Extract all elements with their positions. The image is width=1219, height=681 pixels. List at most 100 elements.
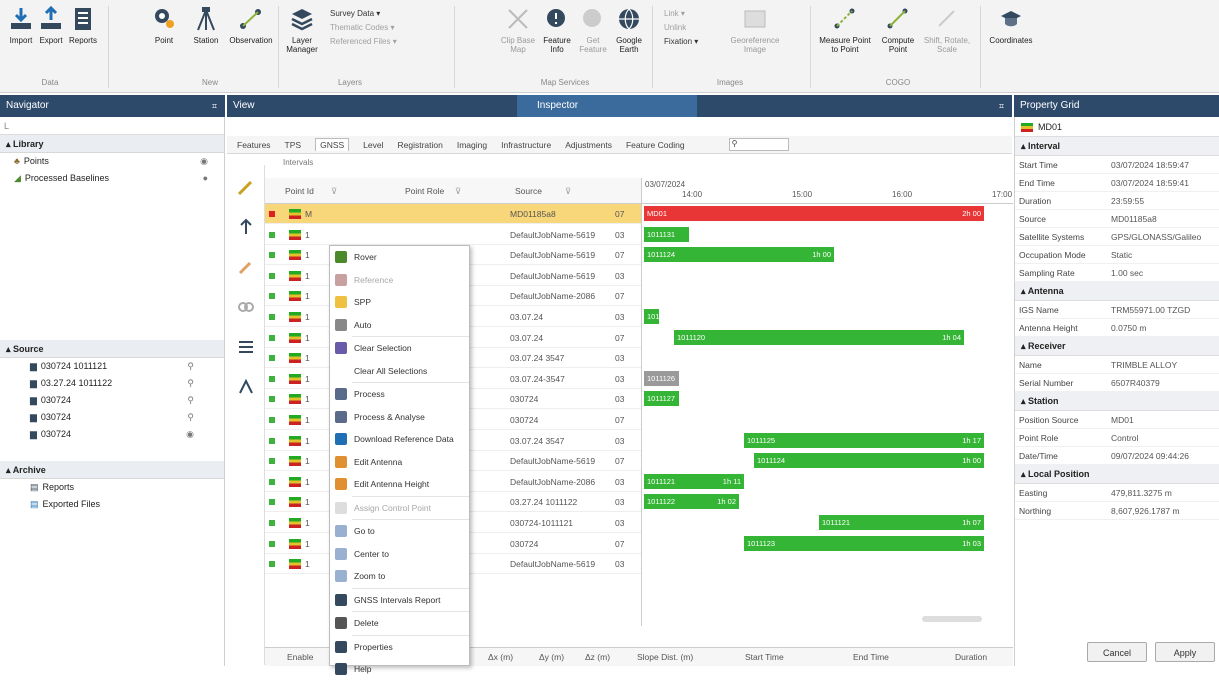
satellite-icon[interactable]: ⚲	[187, 358, 194, 375]
pg-section-antenna[interactable]: ▴ Antenna	[1015, 282, 1219, 301]
column-dx[interactable]: Δx (m)	[488, 652, 513, 662]
property-row[interactable]: Serial Number 6507R40379	[1015, 374, 1219, 392]
measure-point-to-point-button[interactable]: Measure Point to Point	[816, 6, 874, 54]
interval-bar[interactable]: 1011124 1h 00	[754, 453, 984, 469]
clip-base-map-button[interactable]: Clip Base Map	[498, 6, 538, 54]
menu-item-reference[interactable]: Reference	[330, 269, 469, 292]
observation-button[interactable]: Observation	[226, 6, 276, 45]
menu-item-spp[interactable]: SPP	[330, 291, 469, 314]
property-value[interactable]: MD01	[1111, 411, 1219, 429]
apply-button[interactable]: Apply	[1155, 642, 1215, 662]
satellite-icon[interactable]: ⚲	[187, 409, 194, 426]
timeline-scrollbar[interactable]	[922, 616, 982, 622]
property-value[interactable]: 0.0750 m	[1111, 319, 1219, 337]
satellite-icon[interactable]: ⚲	[187, 392, 194, 409]
pin-icon[interactable]: ⌗	[999, 95, 1004, 117]
filter-icon[interactable]: ⊽	[331, 186, 337, 197]
property-value[interactable]: GPS/GLONASS/Galileo	[1111, 228, 1219, 246]
station-button[interactable]: Station	[186, 6, 226, 45]
library-section[interactable]: ▴ Library	[0, 135, 224, 153]
property-value[interactable]: 23:59:55	[1111, 192, 1219, 210]
eye-icon[interactable]: ●	[203, 170, 208, 187]
column-end-time[interactable]: End Time	[853, 652, 889, 662]
pg-section-receiver[interactable]: ▴ Receiver	[1015, 337, 1219, 356]
column-dz[interactable]: Δz (m)	[585, 652, 610, 662]
inspector-search-input[interactable]: ⚲	[728, 138, 789, 151]
property-value[interactable]: 03/07/2024 18:59:47	[1111, 156, 1219, 174]
tab-adjustments[interactable]: Adjustments	[565, 140, 612, 150]
referenced-files-menu[interactable]: Referenced Files ▾	[330, 36, 397, 47]
library-item-baselines[interactable]: ◢ Processed Baselines ●	[0, 170, 224, 187]
export-button[interactable]: Export	[36, 6, 66, 45]
tab-imaging[interactable]: Imaging	[457, 140, 487, 150]
menu-item-assign-control-point[interactable]: Assign Control Point	[330, 497, 469, 520]
selected-object[interactable]: MD01	[1015, 117, 1219, 137]
menu-item-go-to[interactable]: Go to	[330, 520, 469, 543]
interval-bar[interactable]: 1011124 1h 00	[644, 247, 834, 263]
table-row[interactable]: 1 DefaultJobName-5619 03	[265, 225, 641, 245]
tab-registration[interactable]: Registration	[398, 140, 443, 150]
property-value[interactable]: 479,811.3275 m	[1111, 484, 1219, 502]
menu-item-auto[interactable]: Auto	[330, 314, 469, 337]
shift-rotate-scale-button[interactable]: Shift, Rotate, Scale	[922, 6, 972, 54]
property-value[interactable]: Static	[1111, 246, 1219, 264]
menu-item-process[interactable]: Process	[330, 383, 469, 406]
property-row[interactable]: Easting 479,811.3275 m	[1015, 484, 1219, 502]
column-source[interactable]: Source	[515, 186, 542, 196]
menu-item-edit-antenna-height[interactable]: Edit Antenna Height	[330, 473, 469, 496]
point-button[interactable]: Point	[144, 6, 184, 45]
column-point-id[interactable]: Point Id	[285, 186, 314, 196]
column-slope-dist[interactable]: Slope Dist. (m)	[637, 652, 693, 662]
thematic-codes-menu[interactable]: Thematic Codes ▾	[330, 22, 395, 33]
import-button[interactable]: Import	[6, 6, 36, 45]
filter-icon[interactable]: ⊽	[455, 186, 461, 197]
property-row[interactable]: Duration 23:59:55	[1015, 192, 1219, 210]
column-start-time[interactable]: Start Time	[745, 652, 784, 662]
interval-bar[interactable]: 1011131	[644, 226, 689, 242]
menu-item-process-analyse[interactable]: Process & Analyse	[330, 406, 469, 429]
link-menu[interactable]: Link ▾	[664, 8, 685, 19]
property-value[interactable]: 1.00 sec	[1111, 264, 1219, 282]
property-value[interactable]: TRIMBLE ALLOY	[1111, 356, 1219, 374]
property-value[interactable]: 8,607,926.1787 m	[1111, 502, 1219, 520]
property-row[interactable]: Sampling Rate 1.00 sec	[1015, 264, 1219, 282]
interval-bar[interactable]: 1011121 1h 07	[819, 515, 984, 530]
property-value[interactable]: 03/07/2024 18:59:41	[1111, 174, 1219, 192]
menu-item-center-to[interactable]: Center to	[330, 543, 469, 566]
pin-icon[interactable]: ⌗	[212, 95, 217, 117]
wand-icon[interactable]	[236, 177, 256, 197]
pg-section-local[interactable]: ▴ Local Position	[1015, 465, 1219, 484]
interval-bar[interactable]: 1011126	[644, 370, 679, 386]
compute-point-button[interactable]: Compute Point	[876, 6, 920, 54]
property-row[interactable]: Point Role Control	[1015, 429, 1219, 447]
property-value[interactable]: 6507R40379	[1111, 374, 1219, 392]
menu-item-rover[interactable]: Rover	[330, 246, 469, 269]
filter-icon[interactable]: ⊽	[565, 186, 571, 197]
interval-bar[interactable]: 101	[644, 309, 659, 324]
view-title[interactable]: View	[233, 100, 255, 111]
menu-item-clear-all-selections[interactable]: Clear All Selections	[330, 360, 469, 383]
property-row[interactable]: Source MD01185a8	[1015, 210, 1219, 228]
pg-section-interval[interactable]: ▴ Interval	[1015, 137, 1219, 156]
interval-bar[interactable]: 1011121 1h 11	[644, 473, 744, 489]
process-icon[interactable]	[236, 377, 256, 397]
survey-data-menu[interactable]: Survey Data ▾	[330, 8, 380, 19]
source-item[interactable]: ▆ 030724 1011121 ⚲	[0, 358, 224, 375]
unlink-menu[interactable]: Unlink	[664, 22, 686, 33]
pen-icon[interactable]	[236, 257, 256, 277]
interval-bar[interactable]: 1011120 1h 04	[674, 329, 964, 345]
eye-icon[interactable]: ◉	[200, 153, 208, 170]
feature-info-button[interactable]: Feature Info	[540, 6, 574, 54]
menu-item-download-reference-data[interactable]: Download Reference Data	[330, 428, 469, 451]
cancel-button[interactable]: Cancel	[1087, 642, 1147, 662]
fixation-menu[interactable]: Fixation ▾	[664, 36, 698, 47]
menu-item-properties[interactable]: Properties	[330, 636, 469, 659]
interval-bar[interactable]: MD01 2h 00	[644, 206, 984, 221]
menu-item-clear-selection[interactable]: Clear Selection	[330, 337, 469, 360]
property-row[interactable]: Northing 8,607,926.1787 m	[1015, 502, 1219, 520]
property-row[interactable]: Date/Time 09/07/2024 09:44:26	[1015, 447, 1219, 465]
property-row[interactable]: Position Source MD01	[1015, 411, 1219, 429]
interval-bar[interactable]: 1011125 1h 17	[744, 432, 984, 448]
tab-features[interactable]: Features	[237, 140, 271, 150]
table-row[interactable]: M MD01185a8 07	[265, 204, 641, 224]
